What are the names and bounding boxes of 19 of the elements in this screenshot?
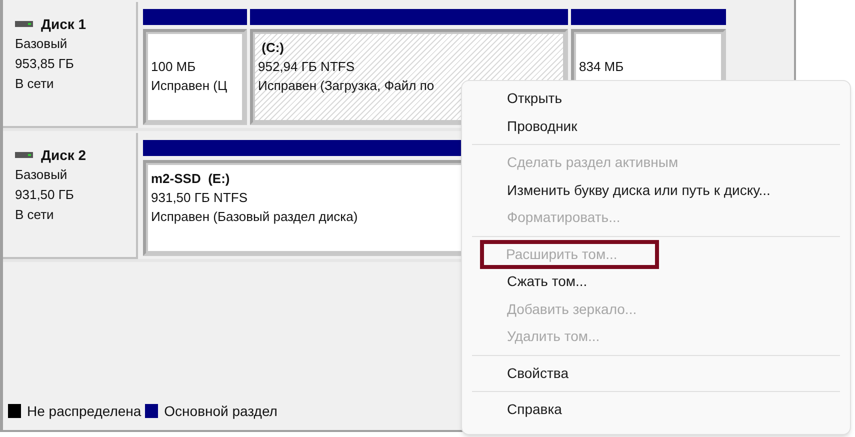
partition-size: 931,50 ГБ NTFS: [151, 189, 248, 207]
partition-status: Исправен (Загрузка, Файл по: [258, 77, 434, 95]
legend-label: Основной раздел: [164, 402, 278, 421]
legend-label: Не распределена: [27, 402, 142, 421]
partition-status: Исправен (Ц: [151, 77, 228, 95]
disk-size: 931,50 ГБ: [15, 186, 75, 204]
disk-size: 953,85 ГБ: [15, 55, 75, 73]
disk-type: Базовый: [15, 166, 68, 184]
partition-size: 834 МБ: [579, 58, 624, 76]
disk-type: Базовый: [15, 35, 68, 53]
disk-status: В сети: [15, 75, 55, 93]
partition-size: 100 МБ: [151, 58, 196, 76]
disk-name: Диск 2: [41, 146, 86, 165]
disk-name: Диск 1: [41, 15, 86, 34]
volume-name: m2-SSD (E:): [151, 170, 230, 188]
volume-name: (C:): [260, 39, 284, 57]
disk-status: В сети: [15, 206, 55, 224]
partition-size: 952,94 ГБ NTFS: [258, 58, 354, 76]
partition-status: Исправен (Базовый раздел диска): [151, 208, 358, 226]
